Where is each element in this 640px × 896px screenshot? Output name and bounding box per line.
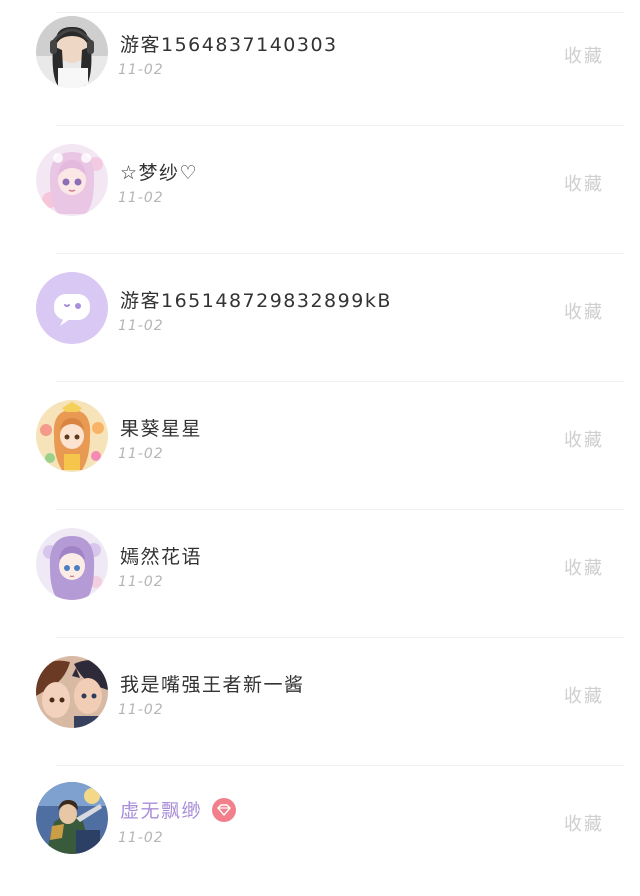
divider bbox=[56, 509, 624, 510]
timestamp: 11-02 bbox=[118, 190, 164, 206]
list-item[interactable]: 嫣然花语 11-02 收藏 bbox=[0, 512, 640, 640]
list-item[interactable]: 果葵星星 11-02 收藏 bbox=[0, 384, 640, 512]
list-item[interactable]: 虚无飘缈 11-02 收藏 bbox=[0, 768, 640, 896]
user-name[interactable]: ☆梦纱♡ bbox=[120, 158, 198, 185]
user-name[interactable]: 游客16514872983289​9kB bbox=[120, 286, 392, 313]
favorite-button[interactable]: 收藏 bbox=[564, 682, 604, 708]
user-name[interactable]: 果葵星星 bbox=[120, 414, 202, 441]
name-line: 游客1564837140303 bbox=[120, 30, 338, 57]
list-item[interactable]: 游客16514872983289​9kB 11-02 收藏 bbox=[0, 256, 640, 384]
favorite-button[interactable]: 收藏 bbox=[564, 554, 604, 580]
game-character-avatar-icon[interactable] bbox=[36, 782, 108, 854]
favorite-button[interactable]: 收藏 bbox=[564, 426, 604, 452]
list-item[interactable]: 游客1564837140303 11-02 收藏 bbox=[0, 0, 640, 128]
divider bbox=[56, 253, 624, 254]
anime-couple-avatar-icon[interactable] bbox=[36, 656, 108, 728]
user-name[interactable]: 虚无飘缈 bbox=[120, 796, 202, 823]
girl-headphones-avatar-icon[interactable] bbox=[36, 16, 108, 88]
name-line: 嫣然花语 bbox=[120, 542, 202, 569]
list-item[interactable]: ☆梦纱♡ 11-02 收藏 bbox=[0, 128, 640, 256]
divider bbox=[56, 381, 624, 382]
list-item[interactable]: 我是嘴强王者新一酱 11-02 收藏 bbox=[0, 640, 640, 768]
divider bbox=[56, 637, 624, 638]
favorite-button[interactable]: 收藏 bbox=[564, 42, 604, 68]
user-name[interactable]: 游客1564837140303 bbox=[120, 30, 338, 57]
anime-orange-girl-avatar-icon[interactable] bbox=[36, 400, 108, 472]
divider bbox=[56, 125, 624, 126]
diamond-vip-icon bbox=[212, 797, 237, 822]
favorite-button[interactable]: 收藏 bbox=[564, 170, 604, 196]
anime-pink-girl-avatar-icon[interactable] bbox=[36, 144, 108, 216]
name-line: 虚无飘缈 bbox=[120, 796, 237, 823]
name-line: ☆梦纱♡ bbox=[120, 158, 198, 185]
favorite-button[interactable]: 收藏 bbox=[564, 298, 604, 324]
name-line: 游客16514872983289​9kB bbox=[120, 286, 392, 313]
name-line: 我是嘴强王者新一酱 bbox=[120, 670, 305, 697]
anime-purple-girl-avatar-icon[interactable] bbox=[36, 528, 108, 600]
default-chat-bubble-avatar-icon[interactable] bbox=[36, 272, 108, 344]
timestamp: 11-02 bbox=[118, 830, 164, 846]
user-name[interactable]: 我是嘴强王者新一酱 bbox=[120, 670, 305, 697]
timestamp: 11-02 bbox=[118, 318, 164, 334]
divider bbox=[56, 765, 624, 766]
user-name[interactable]: 嫣然花语 bbox=[120, 542, 202, 569]
timestamp: 11-02 bbox=[118, 702, 164, 718]
timestamp: 11-02 bbox=[118, 446, 164, 462]
name-line: 果葵星星 bbox=[120, 414, 202, 441]
favorite-button[interactable]: 收藏 bbox=[564, 810, 604, 836]
timestamp: 11-02 bbox=[118, 62, 164, 78]
timestamp: 11-02 bbox=[118, 574, 164, 590]
